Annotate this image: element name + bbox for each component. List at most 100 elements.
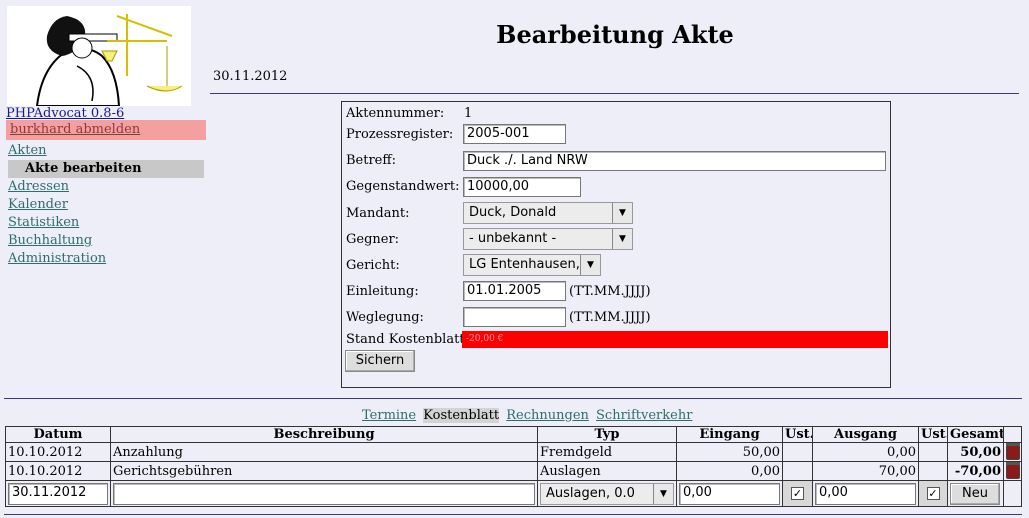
new-empty-cell [1003, 480, 1022, 507]
col-datum: Datum [5, 426, 111, 443]
new-typ-select[interactable]: Auslagen, 0.0 ▼ [540, 482, 674, 505]
col-ust-ausgang: Ust. [918, 426, 948, 443]
row-beschreibung: Gerichtsgebühren [110, 461, 538, 481]
chevron-down-icon: ▼ [653, 483, 673, 504]
current-date: 30.11.2012 [213, 69, 288, 84]
table-header-row: Datum Beschreibung Typ Eingang Ust. Ausg… [5, 426, 1022, 443]
new-ausgang-cell: 0,00 [812, 480, 919, 507]
ust-ausgang-checkbox[interactable]: ✓ [926, 487, 940, 500]
weglegung-label: Weglegung: [346, 310, 424, 325]
gegner-label: Gegner: [346, 232, 400, 247]
row-typ: Auslagen [537, 461, 677, 481]
nav-buchhaltung[interactable]: Buchhaltung [8, 232, 206, 250]
divider [4, 398, 1022, 399]
gegenstandwert-label: Gegenstandwert: [346, 179, 460, 194]
tab-bar: Termine Kostenblatt Rechnungen Schriftve… [362, 408, 695, 423]
table-row: 10.10.2012 Gerichtsgebühren Auslagen 0,0… [5, 461, 1022, 481]
tab-rechnungen[interactable]: Rechnungen [506, 408, 589, 423]
new-entry-row: 30.11.2012 Auslagen, 0.0 ▼ 0,00 ✓ 0,00 ✓… [5, 480, 1022, 507]
aktennummer-label: Aktennummer: [346, 106, 445, 121]
divider [210, 93, 1019, 94]
page-title: Bearbeitung Akte [496, 20, 734, 49]
save-button[interactable]: Sichern [345, 350, 415, 372]
new-eingang-cell: 0,00 [676, 480, 783, 507]
col-eingang: Eingang [676, 426, 783, 443]
divider [4, 514, 1022, 515]
ust-eingang-checkbox[interactable]: ✓ [791, 487, 804, 500]
gericht-selected: LG Entenhausen, [469, 257, 580, 272]
row-datum: 10.10.2012 [5, 442, 111, 462]
row-ausgang: 0,00 [812, 442, 919, 462]
tab-termine[interactable]: Termine [362, 408, 416, 423]
row-delete-cell [1003, 442, 1022, 462]
table-row: 10.10.2012 Anzahlung Fremdgeld 50,00 0,0… [5, 442, 1022, 462]
weglegung-input[interactable] [463, 307, 566, 327]
row-eingang: 50,00 [676, 442, 783, 462]
logo-justitia [7, 6, 191, 106]
betreff-input[interactable]: Duck ./. Land NRW [463, 151, 886, 171]
new-ausgang-input[interactable]: 0,00 [815, 482, 916, 505]
new-ust-eingang-cell: ✓ [782, 480, 813, 507]
row-ausgang: 70,00 [812, 461, 919, 481]
einleitung-label: Einleitung: [346, 284, 419, 299]
gericht-select[interactable]: LG Entenhausen, ▼ [463, 254, 601, 276]
cost-ledger-table: Datum Beschreibung Typ Eingang Ust. Ausg… [5, 426, 1022, 507]
nav-adressen[interactable]: Adressen [8, 178, 206, 196]
nav-administration[interactable]: Administration [8, 250, 206, 268]
new-ust-ausgang-cell: ✓ [918, 480, 948, 507]
kostenblatt-label: Stand Kostenblatt: [346, 332, 469, 347]
col-actions [1003, 426, 1022, 443]
logout-link[interactable]: burkhard abmelden [6, 120, 206, 140]
mandant-select[interactable]: Duck, Donald ▼ [463, 202, 633, 224]
row-ust-eingang [782, 442, 813, 462]
prozessregister-input[interactable]: 2005-001 [463, 124, 566, 144]
row-typ: Fremdgeld [537, 442, 677, 462]
tab-kostenblatt[interactable]: Kostenblatt [423, 408, 500, 423]
trash-icon[interactable] [1006, 462, 1020, 479]
new-typ-selected: Auslagen, 0.0 [546, 485, 635, 501]
row-datum: 10.10.2012 [5, 461, 111, 481]
trash-icon[interactable] [1006, 443, 1020, 460]
weglegung-format-hint: (TT.MM.JJJJ) [569, 310, 651, 325]
prozessregister-label: Prozessregister: [346, 127, 454, 142]
row-ust-ausgang [918, 442, 948, 462]
col-ausgang: Ausgang [812, 426, 919, 443]
aktennummer-value: 1 [464, 106, 473, 121]
tab-schriftverkehr[interactable]: Schriftverkehr [596, 408, 692, 423]
betreff-label: Betreff: [346, 153, 396, 168]
mandant-selected: Duck, Donald [469, 205, 557, 220]
nav-kalender[interactable]: Kalender [8, 196, 206, 214]
chevron-down-icon: ▼ [580, 255, 600, 275]
nav-akten[interactable]: Akten [8, 142, 206, 160]
row-gesamt: 50,00 [947, 442, 1004, 462]
row-eingang: 0,00 [676, 461, 783, 481]
col-typ: Typ [537, 426, 677, 443]
new-datum-cell: 30.11.2012 [5, 480, 111, 507]
row-beschreibung: Anzahlung [110, 442, 538, 462]
chevron-down-icon: ▼ [612, 229, 632, 249]
mandant-label: Mandant: [346, 206, 410, 221]
row-gesamt: -70,00 [947, 461, 1004, 481]
nav-statistiken[interactable]: Statistiken [8, 214, 206, 232]
col-beschreibung: Beschreibung [110, 426, 538, 443]
row-delete-cell [1003, 461, 1022, 481]
row-ust-ausgang [918, 461, 948, 481]
kostenblatt-status-bar: -20,00 € [462, 331, 888, 348]
gegner-selected: - unbekannt - [469, 231, 557, 246]
gegner-select[interactable]: - unbekannt - ▼ [463, 228, 633, 250]
case-form: Aktennummer: 1 Prozessregister: 2005-001… [341, 101, 891, 388]
new-entry-button[interactable]: Neu [950, 482, 1000, 505]
app-home-link[interactable]: PHPAdvocat 0.8-6 [6, 106, 124, 121]
gericht-label: Gericht: [346, 258, 400, 273]
row-ust-eingang [782, 461, 813, 481]
new-typ-cell: Auslagen, 0.0 ▼ [537, 480, 677, 507]
sidebar-nav: Akten Akte bearbeiten Adressen Kalender … [8, 142, 206, 268]
new-datum-input[interactable]: 30.11.2012 [8, 482, 108, 505]
nav-akte-bearbeiten: Akte bearbeiten [8, 160, 204, 178]
new-eingang-input[interactable]: 0,00 [679, 482, 780, 505]
col-gesamt: Gesamt [947, 426, 1004, 443]
new-beschreibung-input[interactable] [113, 482, 535, 505]
einleitung-format-hint: (TT.MM.JJJJ) [569, 284, 651, 299]
einleitung-input[interactable]: 01.01.2005 [463, 281, 566, 301]
gegenstandwert-input[interactable]: 10000,00 [463, 177, 581, 197]
